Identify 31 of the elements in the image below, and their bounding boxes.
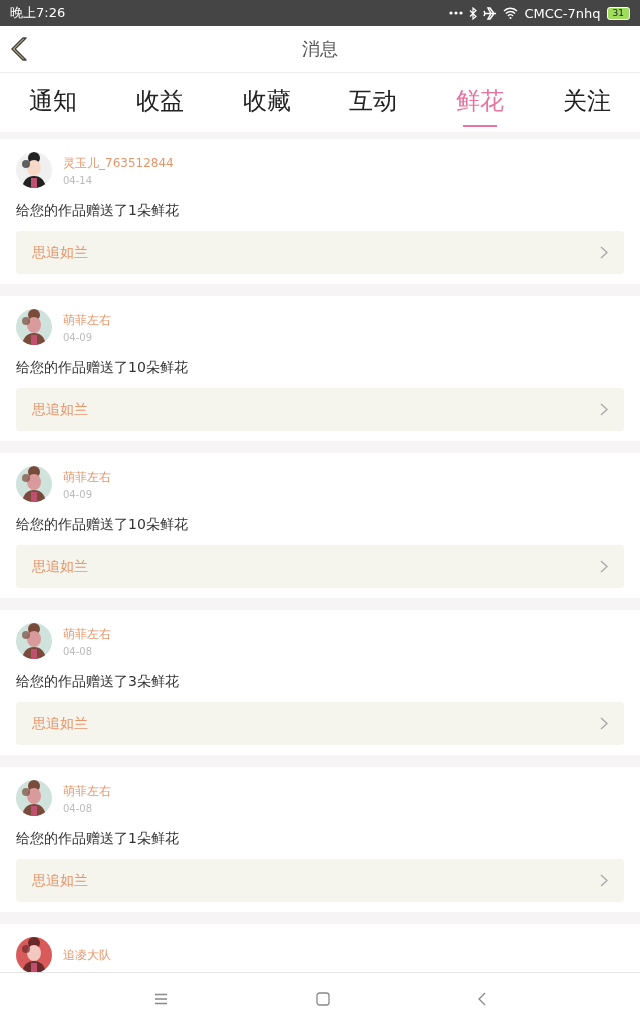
user-name[interactable]: 萌菲左右 <box>63 311 111 329</box>
user-name[interactable]: 萌菲左右 <box>63 782 111 800</box>
work-link[interactable]: 思追如兰 <box>16 702 624 745</box>
message-date: 04-09 <box>63 488 94 500</box>
message-text: 给您的作品赠送了10朵鲜花 <box>16 515 189 534</box>
user-name[interactable]: 萌菲左右 <box>63 468 111 486</box>
message-date: 04-09 <box>63 331 94 343</box>
tab[interactable]: 互动 <box>320 73 427 132</box>
message-text: 给您的作品赠送了1朵鲜花 <box>16 829 180 848</box>
message-text: 给您的作品赠送了1朵鲜花 <box>16 201 180 220</box>
tab[interactable]: 鲜花 <box>426 73 534 132</box>
message-date: 04-08 <box>63 645 94 657</box>
work-link[interactable]: 思追如兰 <box>16 231 624 274</box>
status-time: 晚上7:26 <box>10 4 66 22</box>
message-date: 04-08 <box>63 802 94 814</box>
message-date: 04-14 <box>63 174 94 186</box>
user-name[interactable]: 追凌大队 <box>63 946 111 964</box>
tab[interactable]: 收益 <box>106 73 214 132</box>
tab[interactable]: 收藏 <box>213 73 320 132</box>
user-name[interactable]: 灵玉儿_763512844 <box>63 154 174 172</box>
tab[interactable]: 关注 <box>533 73 640 132</box>
work-link[interactable]: 思追如兰 <box>16 545 624 588</box>
work-link[interactable]: 思追如兰 <box>16 859 624 902</box>
tab[interactable]: 通知 <box>0 73 107 132</box>
page-title: 消息 <box>302 37 338 61</box>
message-text: 给您的作品赠送了10朵鲜花 <box>16 358 189 377</box>
battery-level: 31 <box>606 6 630 20</box>
work-link[interactable]: 思追如兰 <box>16 388 624 431</box>
network-name: CMCC-7nhq <box>524 5 601 21</box>
message-text: 给您的作品赠送了3朵鲜花 <box>16 672 180 691</box>
user-name[interactable]: 萌菲左右 <box>63 625 111 643</box>
